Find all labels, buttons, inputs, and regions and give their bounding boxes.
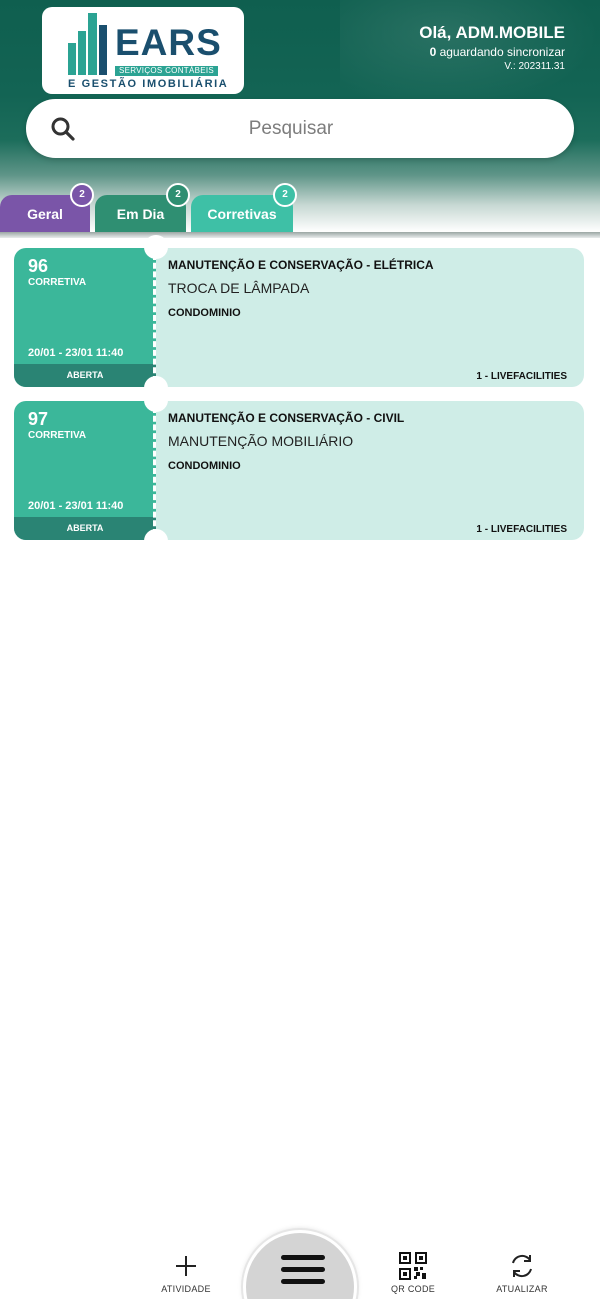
tab-label: Geral [27,206,63,222]
tab-label: Em Dia [116,206,165,222]
logo-brand-text: EARS [115,22,222,63]
card-notch-top [144,388,168,412]
card-date-range: 20/01 - 23/01 11:40 [28,347,124,359]
work-order-card[interactable]: 97 CORRETIVA 20/01 - 23/01 11:40 ABERTA … [14,388,584,553]
card-summary: 96 CORRETIVA 20/01 - 23/01 11:40 ABERTA [14,248,156,387]
card-location: CONDOMINIO [168,460,241,472]
card-category: MANUTENÇÃO E CONSERVAÇÃO - CIVIL [168,411,405,425]
refresh-icon [512,1254,532,1278]
add-activity-button[interactable]: ATIVIDADE [146,1252,226,1294]
card-notch-top [144,235,168,259]
card-details: MANUTENÇÃO E CONSERVAÇÃO - CIVIL MANUTEN… [156,401,584,540]
user-greeting-block: Olá, ADM.MOBILE 0 aguardando sincronizar… [419,22,565,74]
card-task: TROCA DE LÂMPADA [168,280,310,296]
card-status-badge: ABERTA [14,364,156,387]
sync-count: 0 [429,45,437,59]
nav-label-atividade: ATIVIDADE [161,1284,211,1294]
card-summary: 97 CORRETIVA 20/01 - 23/01 11:40 ABERTA [14,401,156,540]
tab-geral[interactable]: Geral 2 [0,183,94,233]
building-bars-logo-icon [68,13,107,75]
logo-strip-text: SERVIÇOS CONTÁBEIS [115,66,218,76]
refresh-button[interactable]: ATUALIZAR [482,1252,562,1294]
search-input[interactable] [96,99,486,158]
tab-label: Corretivas [207,206,277,222]
qr-code-button[interactable]: QR CODE [373,1252,453,1294]
tab-count-badge: 2 [273,183,297,207]
main-menu-button[interactable] [243,1230,357,1299]
card-number: 96 [28,256,49,276]
card-status-badge: ABERTA [14,517,156,540]
work-order-card[interactable]: 96 CORRETIVA 20/01 - 23/01 11:40 ABERTA … [14,235,584,400]
app-version: V.: 202311.31 [504,61,565,72]
card-location: CONDOMINIO [168,307,241,319]
card-dashed-separator [153,407,156,535]
card-type: CORRETIVA [28,277,87,288]
tab-em-dia[interactable]: Em Dia 2 [95,183,190,233]
card-responsible: 1 - LIVEFACILITIES [476,371,567,382]
nav-label-atualizar: ATUALIZAR [496,1284,548,1294]
sync-text: aguardando sincronizar [436,45,565,59]
tabs-divider [0,232,600,238]
greeting-title: Olá, ADM.MOBILE [419,23,565,42]
card-date-range: 20/01 - 23/01 11:40 [28,500,124,512]
card-dashed-separator [153,254,156,382]
logo-subtitle: E GESTÃO IMOBILIÁRIA [68,78,229,90]
card-responsible: 1 - LIVEFACILITIES [476,524,567,535]
tab-corretivas[interactable]: Corretivas 2 [191,183,297,233]
qr-code-icon [399,1252,427,1280]
card-details: MANUTENÇÃO E CONSERVAÇÃO - ELÉTRICA TROC… [156,248,584,387]
hamburger-menu-icon [281,1255,325,1284]
plus-icon [176,1256,196,1276]
card-type: CORRETIVA [28,430,87,441]
search-bar[interactable] [26,99,574,158]
card-task: MANUTENÇÃO MOBILIÁRIO [168,433,354,449]
bottom-navigation: ATIVIDADE QR CODE ATUALIZAR [0,1230,600,1299]
nav-label-qr-code: QR CODE [390,1284,436,1294]
card-category: MANUTENÇÃO E CONSERVAÇÃO - ELÉTRICA [168,258,434,272]
tab-count-badge: 2 [70,183,94,207]
card-number: 97 [28,409,49,429]
tab-count-badge: 2 [166,183,190,207]
filter-tabs: Geral 2 Em Dia 2 Corretivas 2 [0,183,600,235]
search-icon[interactable] [50,116,76,142]
sync-status: 0 aguardando sincronizar [419,44,565,60]
company-logo: EARS SERVIÇOS CONTÁBEIS E GESTÃO IMOBILI… [42,7,244,94]
card-notch-bottom [144,529,168,553]
